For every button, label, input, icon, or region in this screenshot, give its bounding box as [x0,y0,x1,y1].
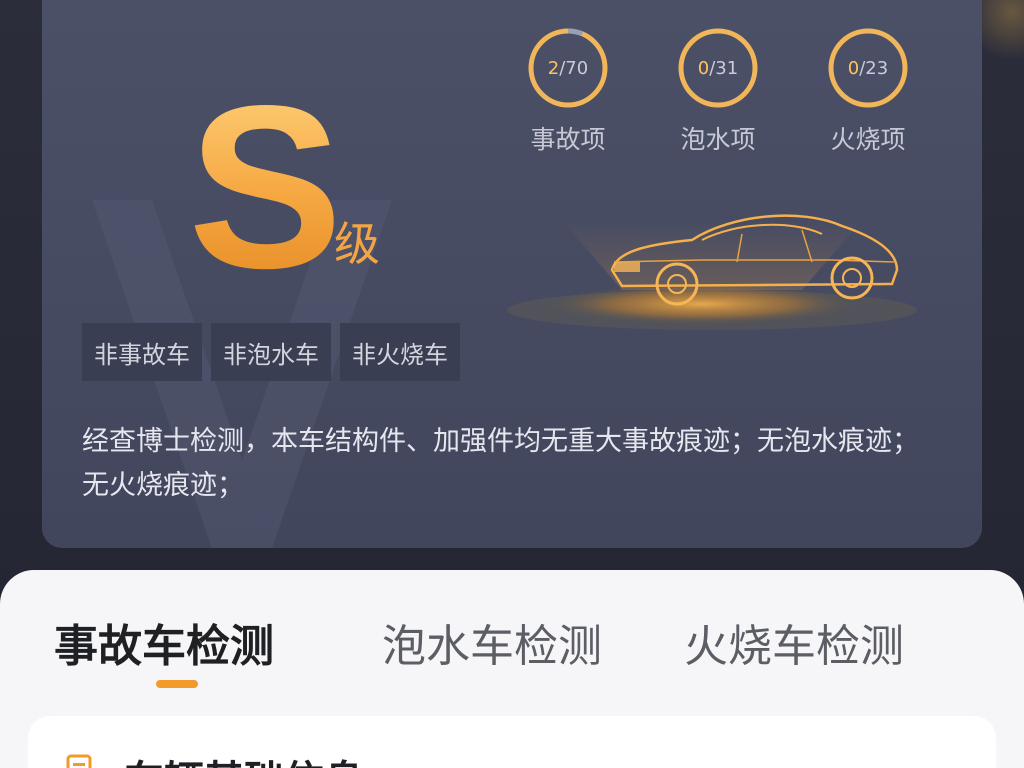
ring-value: 2 /70 [526,26,610,110]
ring-value: 0 /31 [676,26,760,110]
inspection-result-card: S 级 2 /70 事故项 0 /31 泡水项 0 /23 火烧项 非事故车 非… [42,0,982,548]
metric-count: 0 [847,57,860,79]
progress-ring: 0 /23 [826,26,910,110]
inspection-summary: 经查博士检测，本车结构件、加强件均无重大事故痕迹；无泡水痕迹；无火烧痕迹； [82,426,919,501]
progress-ring: 0 /31 [676,26,760,110]
metric-label: 泡水项 [680,125,756,154]
metric-fire[interactable]: 0 /23 火烧项 [826,26,910,156]
tab-accident-check[interactable]: 事故车检测 [54,610,274,674]
badge-non-fire: 非火烧车 [340,323,460,381]
badge-non-accident: 非事故车 [82,323,202,381]
document-icon [66,754,92,768]
vehicle-basic-info-section[interactable]: 车辆基础信息 [28,716,996,768]
section-title: 车辆基础信息 [124,748,364,768]
progress-ring: 2 /70 [526,26,610,110]
metric-count: 2 [547,57,560,79]
grade-letter: S [188,58,343,317]
metric-label: 火烧项 [830,125,906,154]
metric-total: /23 [859,57,889,79]
metric-total: /70 [559,57,589,79]
grade-suffix: 级 [334,217,380,271]
tab-flood-check[interactable]: 泡水车检测 [382,610,602,674]
ring-value: 0 /23 [826,26,910,110]
tab-fire-check[interactable]: 火烧车检测 [684,610,904,674]
metric-total: /31 [709,57,739,79]
metric-count: 0 [697,57,710,79]
detail-sheet: 事故车检测 泡水车检测 火烧车检测 车辆基础信息 [0,570,1024,768]
metric-flood[interactable]: 0 /31 泡水项 [676,26,760,156]
inspection-tabs: 事故车检测 泡水车检测 火烧车检测 [0,570,1024,690]
car-wireframe-icon [507,214,917,330]
metric-label: 事故项 [530,125,606,154]
result-badges: 非事故车 非泡水车 非火烧车 [82,323,460,381]
tab-indicator [156,680,198,688]
badge-non-flood: 非泡水车 [211,323,331,381]
metric-accident[interactable]: 2 /70 事故项 [526,26,610,156]
